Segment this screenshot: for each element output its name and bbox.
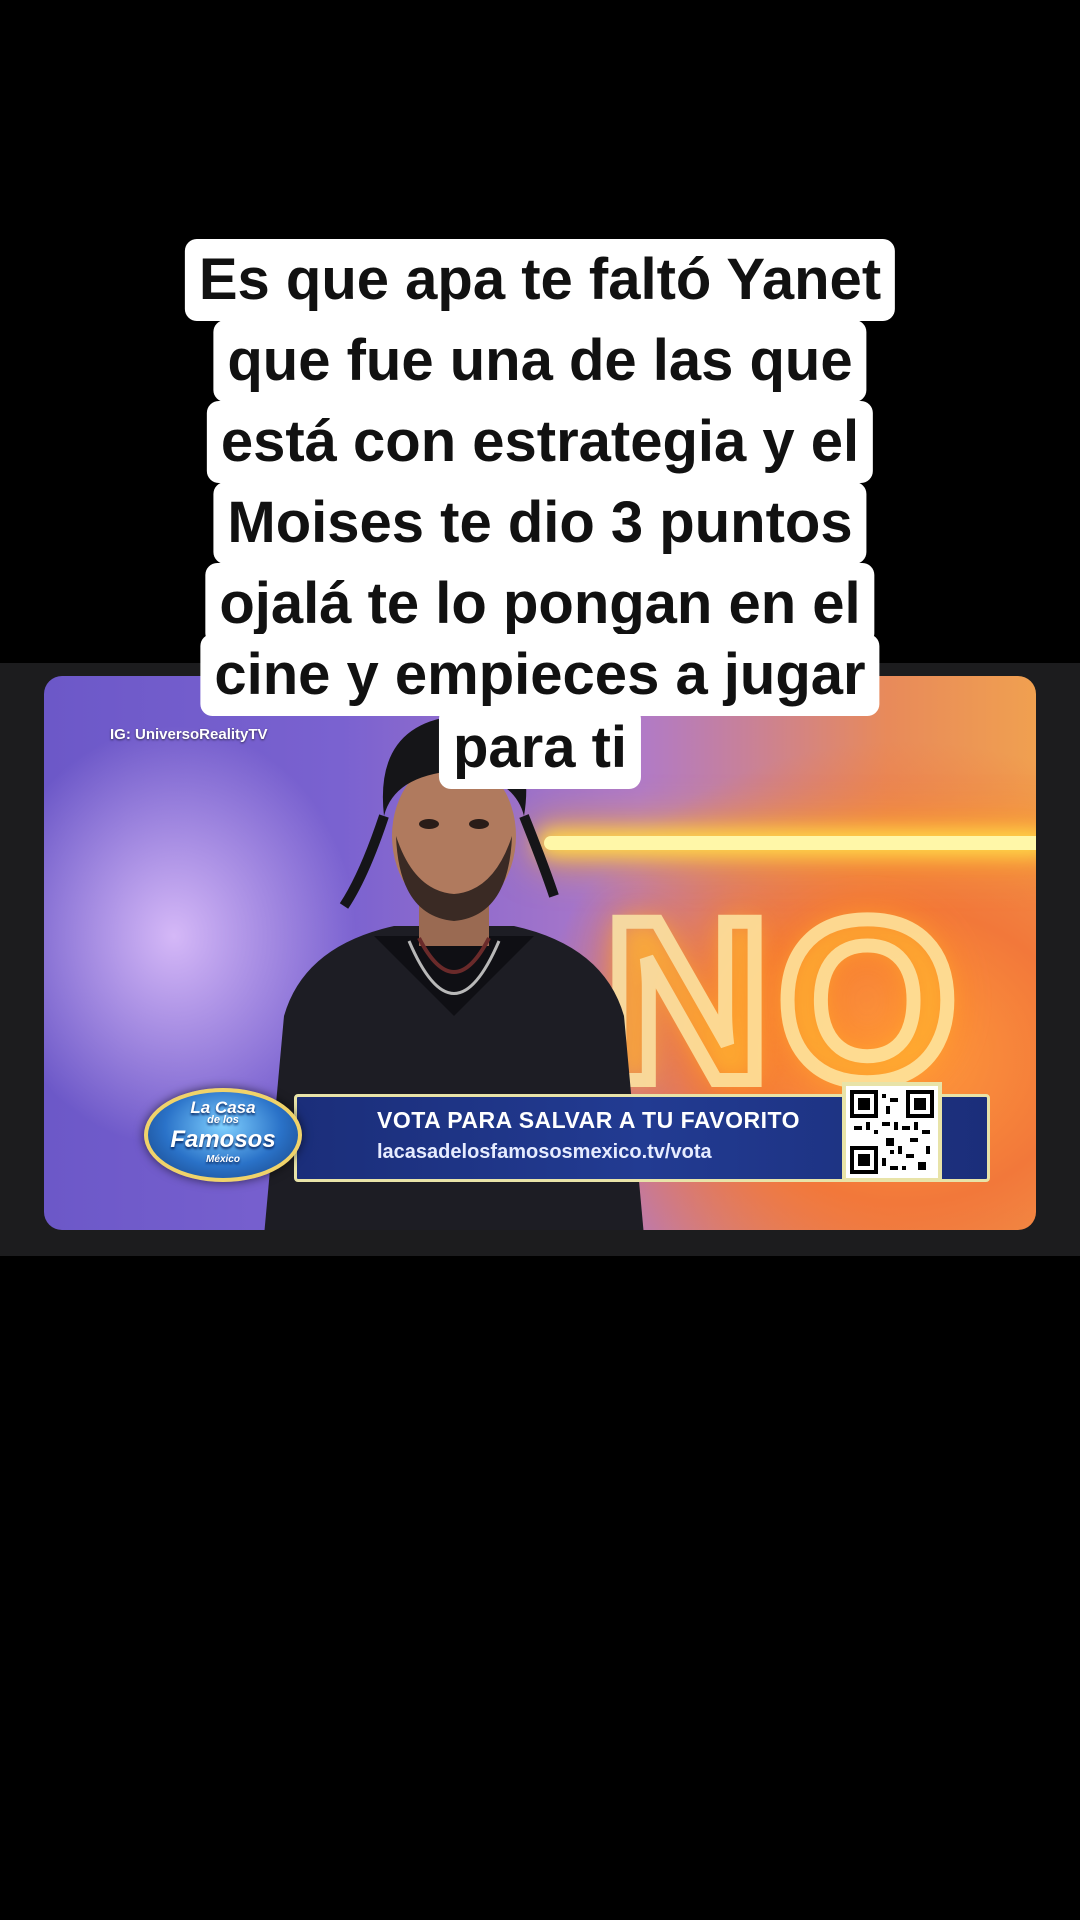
show-logo-line4: México	[206, 1154, 240, 1165]
vote-banner-url: lacasadelosfamososmexico.tv/vota	[377, 1141, 712, 1163]
show-logo-line2: de los	[207, 1114, 239, 1126]
qr-code	[842, 1082, 942, 1182]
show-logo: La Casa de los Famosos México	[144, 1088, 302, 1182]
caption-line-5: ojalá te lo pongan en el	[205, 563, 875, 645]
vote-banner-title: VOTA PARA SALVAR A TU FAVORITO	[377, 1107, 801, 1133]
caption-line-1: Es que apa te faltó Yanet	[184, 239, 896, 321]
show-logo-line3: Famosos	[170, 1126, 276, 1153]
caption-line-2: que fue una de las que	[213, 320, 867, 402]
caption-line-4: Moises te dio 3 puntos	[213, 482, 867, 564]
video-player[interactable]: NO IG: UniversoRealityTV VOTA PARA SALVA…	[44, 676, 1036, 1230]
watermark-text: IG: UniversoRealityTV	[110, 726, 268, 743]
caption-line-3: está con estrategia y el	[206, 401, 874, 483]
